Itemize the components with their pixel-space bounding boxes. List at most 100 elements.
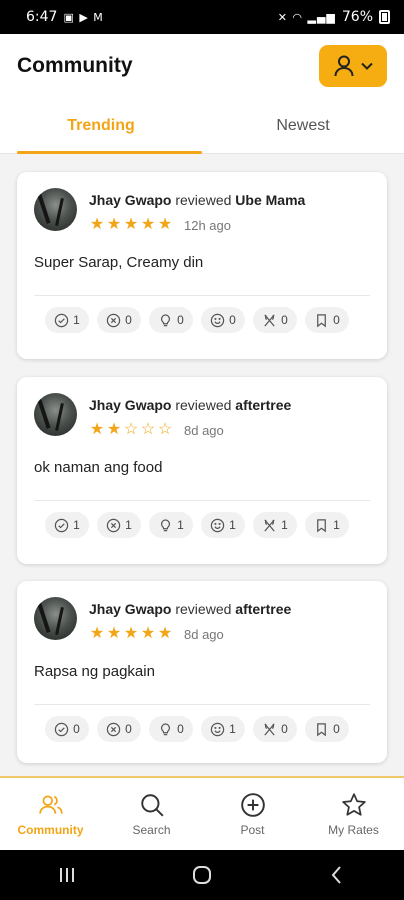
- x-circle-icon: [106, 518, 121, 532]
- reaction-bar: 1 0 0 0 0 0: [45, 307, 349, 333]
- restaurant-name[interactable]: Ube Mama: [235, 192, 305, 208]
- review-meta: Jhay Gwapo reviewed aftertree ★ ★ ☆ ☆ ☆ 8d ago: [89, 393, 291, 438]
- restaurant-name[interactable]: aftertree: [235, 601, 291, 617]
- reaction-count: 1: [177, 518, 184, 532]
- lightbulb-icon: [161, 518, 171, 531]
- nav-my-rates-label: My Rates: [328, 822, 379, 837]
- star-rating: ★ ★ ★ ★ ★: [89, 626, 173, 642]
- bottom-nav: Community Search Post My Rates: [0, 776, 404, 850]
- star-icon: ★: [106, 625, 122, 642]
- chevron-down-icon: [360, 62, 373, 70]
- utensils-reaction-button[interactable]: 0: [253, 307, 297, 333]
- reaction-count: 0: [177, 313, 184, 327]
- restaurant-name[interactable]: aftertree: [235, 397, 291, 413]
- lightbulb-reaction-button[interactable]: 1: [149, 512, 193, 538]
- back-icon[interactable]: [326, 864, 348, 886]
- reaction-count: 0: [125, 313, 132, 327]
- reviewer-name[interactable]: Jhay Gwapo: [89, 192, 171, 208]
- avatar[interactable]: [34, 188, 77, 231]
- utensils-icon: [264, 518, 275, 532]
- lightbulb-reaction-button[interactable]: 0: [149, 307, 193, 333]
- star-icon: ☆: [157, 421, 173, 438]
- status-time: 6:47: [26, 9, 58, 25]
- star-icon: ☆: [123, 421, 139, 438]
- star-icon: ★: [106, 216, 122, 233]
- utensils-reaction-button[interactable]: 0: [253, 716, 297, 742]
- lightbulb-icon: [161, 313, 171, 326]
- system-nav-bar: [0, 850, 404, 900]
- bookmark-reaction-button[interactable]: 0: [305, 716, 349, 742]
- reaction-count: 1: [229, 518, 236, 532]
- plus-circle-icon: [240, 792, 265, 817]
- review-card[interactable]: Jhay Gwapo reviewed Ube Mama ★ ★ ★ ★ ★ 12h ago…: [17, 172, 387, 359]
- signal-icons: ✕ ◠ ▂▄▆: [277, 10, 336, 24]
- review-feed[interactable]: Jhay Gwapo reviewed Ube Mama ★ ★ ★ ★ ★ 12h ago…: [0, 154, 404, 776]
- lightbulb-reaction-button[interactable]: 0: [149, 716, 193, 742]
- star-icon: ☆: [140, 421, 156, 438]
- review-text: Rapsa ng pagkain: [34, 663, 155, 680]
- review-headline: Jhay Gwapo reviewed aftertree: [89, 601, 291, 617]
- review-header: Jhay Gwapo reviewed aftertree ★ ★ ★ ★ ★ 8d ago: [34, 597, 291, 642]
- smile-reaction-button[interactable]: 0: [201, 307, 245, 333]
- bookmark-icon: [317, 722, 327, 736]
- nav-post[interactable]: Post: [202, 778, 303, 850]
- review-time: 12h ago: [184, 217, 231, 233]
- nav-search[interactable]: Search: [101, 778, 202, 850]
- utensils-reaction-button[interactable]: 1: [253, 512, 297, 538]
- review-header: Jhay Gwapo reviewed aftertree ★ ★ ☆ ☆ ☆ 8d ago: [34, 393, 291, 438]
- reviewer-name[interactable]: Jhay Gwapo: [89, 397, 171, 413]
- nav-community-label: Community: [17, 822, 84, 837]
- user-icon: [334, 55, 353, 77]
- review-meta: Jhay Gwapo reviewed aftertree ★ ★ ★ ★ ★ 8d ago: [89, 597, 291, 642]
- check-circle-reaction-button[interactable]: 1: [45, 307, 89, 333]
- star-rating: ★ ★ ☆ ☆ ☆: [89, 422, 173, 438]
- x-circle-icon: [106, 722, 121, 736]
- avatar[interactable]: [34, 393, 77, 436]
- reaction-count: 1: [73, 518, 80, 532]
- review-header: Jhay Gwapo reviewed Ube Mama ★ ★ ★ ★ ★ 12h ago: [34, 188, 305, 233]
- notification-icons: ▣ ▶ M: [63, 10, 104, 24]
- smile-reaction-button[interactable]: 1: [201, 716, 245, 742]
- nav-my-rates[interactable]: My Rates: [303, 778, 404, 850]
- utensils-icon: [264, 722, 275, 736]
- reaction-count: 1: [281, 518, 288, 532]
- star-icon: ★: [123, 216, 139, 233]
- reaction-count: 1: [125, 518, 132, 532]
- review-card[interactable]: Jhay Gwapo reviewed aftertree ★ ★ ☆ ☆ ☆ 8d ago…: [17, 377, 387, 564]
- x-circle-reaction-button[interactable]: 1: [97, 512, 141, 538]
- status-bar: 6:47 ▣ ▶ M ✕ ◠ ▂▄▆ 76%: [0, 0, 404, 34]
- reviewer-name[interactable]: Jhay Gwapo: [89, 601, 171, 617]
- tab-newest[interactable]: Newest: [202, 98, 404, 153]
- home-icon[interactable]: [191, 864, 213, 886]
- x-circle-reaction-button[interactable]: 0: [97, 716, 141, 742]
- bookmark-reaction-button[interactable]: 0: [305, 307, 349, 333]
- star-rating: ★ ★ ★ ★ ★: [89, 217, 173, 233]
- profile-menu-button[interactable]: [319, 45, 387, 87]
- smile-reaction-button[interactable]: 1: [201, 512, 245, 538]
- smile-icon: [210, 518, 225, 532]
- nav-community[interactable]: Community: [0, 778, 101, 850]
- lightbulb-icon: [161, 722, 171, 735]
- reaction-count: 1: [333, 518, 340, 532]
- bookmark-reaction-button[interactable]: 1: [305, 512, 349, 538]
- x-circle-reaction-button[interactable]: 0: [97, 307, 141, 333]
- check-circle-reaction-button[interactable]: 1: [45, 512, 89, 538]
- review-verb: reviewed: [175, 192, 232, 208]
- rating-row: ★ ★ ☆ ☆ ☆ 8d ago: [89, 422, 291, 438]
- tab-trending[interactable]: Trending: [0, 98, 202, 154]
- review-headline: Jhay Gwapo reviewed Ube Mama: [89, 192, 305, 208]
- star-icon: ★: [140, 625, 156, 642]
- smile-icon: [210, 722, 225, 736]
- recent-apps-icon[interactable]: [56, 864, 78, 886]
- battery-level: 76%: [341, 9, 373, 25]
- check-circle-icon: [54, 313, 69, 327]
- divider: [34, 704, 370, 705]
- avatar[interactable]: [34, 597, 77, 640]
- review-card[interactable]: Jhay Gwapo reviewed aftertree ★ ★ ★ ★ ★ 8d ago…: [17, 581, 387, 763]
- star-icon: [341, 792, 366, 816]
- review-verb: reviewed: [175, 601, 232, 617]
- check-circle-reaction-button[interactable]: 0: [45, 716, 89, 742]
- app-header: Community: [0, 34, 404, 98]
- rating-row: ★ ★ ★ ★ ★ 8d ago: [89, 626, 291, 642]
- star-icon: ★: [140, 216, 156, 233]
